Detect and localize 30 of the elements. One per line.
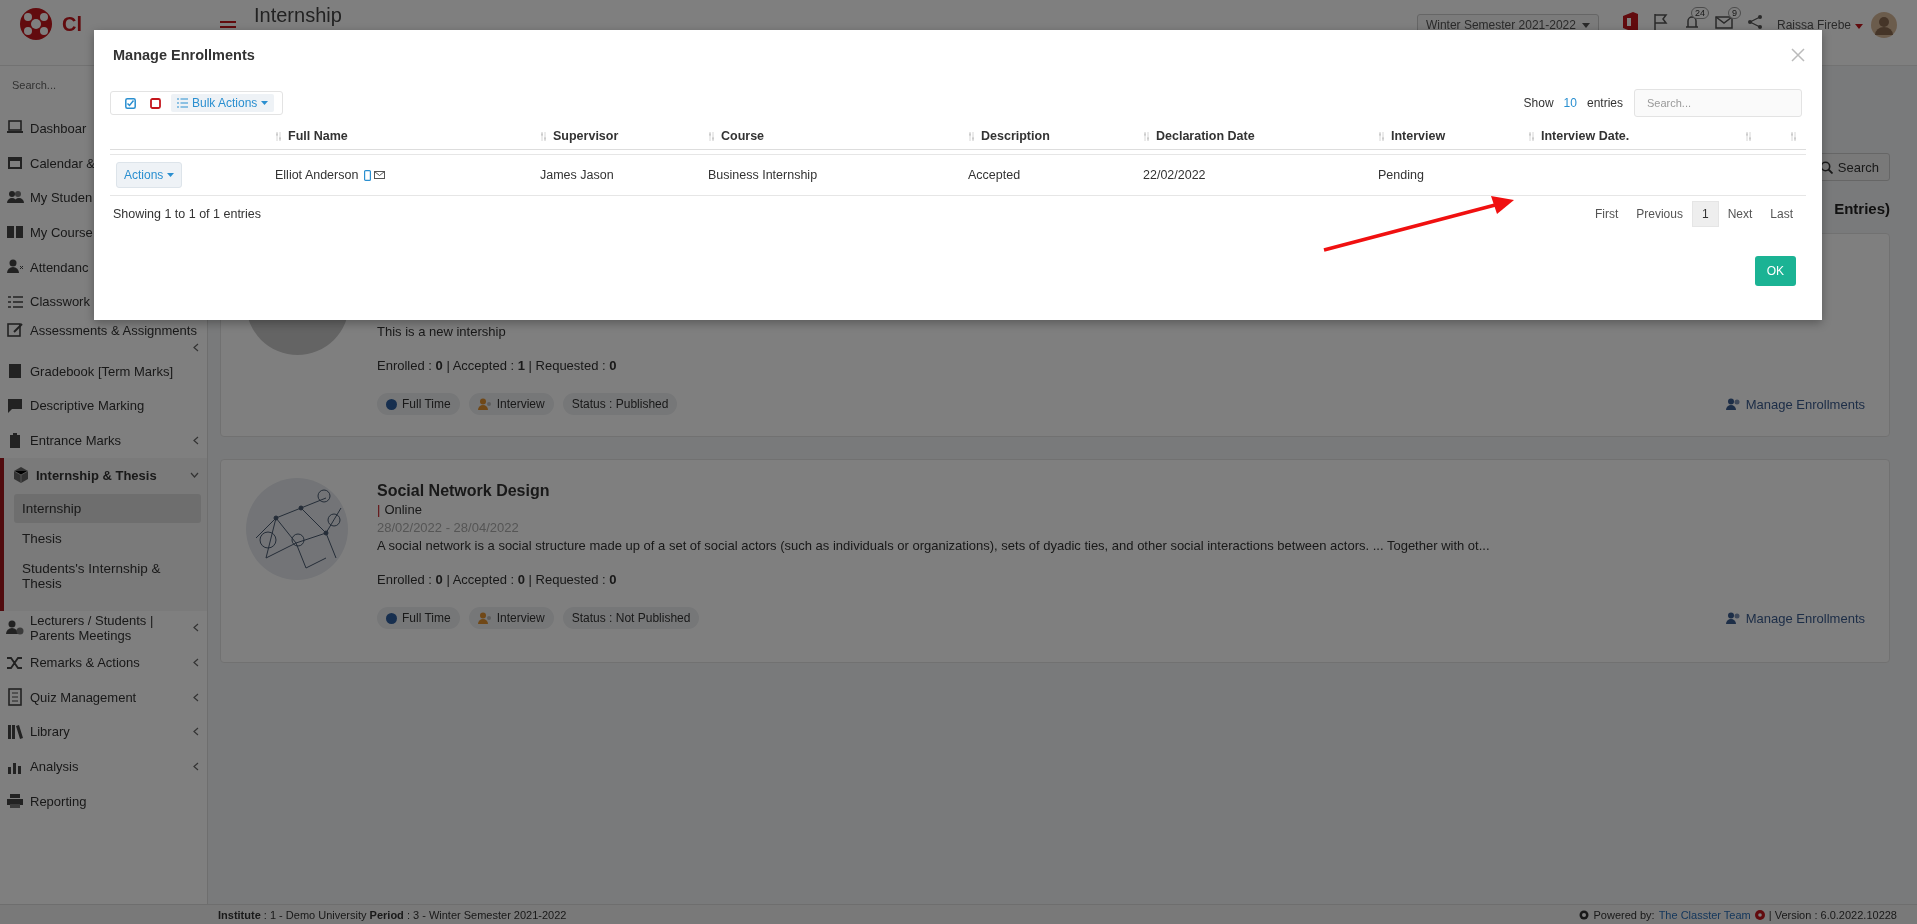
logo-text: Cl <box>62 12 82 36</box>
course-mode: Online <box>384 502 422 517</box>
table-cell: 22/02/2022 <box>1143 168 1206 182</box>
table-info: Showing 1 to 1 of 1 entries <box>112 207 261 221</box>
table-cell: Pending <box>1378 168 1424 182</box>
table-cell: Accepted <box>968 168 1021 182</box>
table-cell: James Jason <box>540 168 614 182</box>
powered-by-label: Powered by: <box>1593 908 1655 921</box>
page-title: Internship <box>254 4 342 27</box>
table-cell: Elliot Anderson <box>275 168 359 182</box>
status-tag: Status : Published <box>562 393 678 415</box>
separator-mark: | <box>377 502 381 517</box>
show-label: Show <box>1523 96 1554 110</box>
course-tag: Interview <box>468 393 554 415</box>
enrollment-stats: Enrolled : 0 | Accepted : 1 | Requested : 0 <box>377 358 618 375</box>
entries-label: entries <box>1586 96 1623 110</box>
results-heading: Entries) <box>1834 200 1890 216</box>
institute-info: Institute : 1 - Demo University Period : 3 - Winter Semester 2021-2022 <box>218 908 567 921</box>
table-cell: Business Internship <box>708 168 818 182</box>
course-tag: Full Time <box>377 393 460 415</box>
course-description: A social network is a social structure made up of a set of social actors (such as individuals or organizations), sets of dyadic ties, and other social interactions between actors. ... Together with ot... <box>377 538 1491 555</box>
version-text: | Version : 6.0.2022.10228 <box>1768 908 1897 921</box>
notification-badge: 24 <box>1690 7 1709 19</box>
enrollment-stats: Enrolled : 0 | Accepted : 0 | Requested : 0 <box>377 572 618 589</box>
course-tag: Full Time <box>377 607 460 629</box>
modal-title: Manage Enrollments <box>113 47 256 63</box>
course-description: This is a new intership <box>377 324 507 341</box>
notification-badge: 9 <box>1727 7 1741 19</box>
status-tag: Status : Not Published <box>562 607 700 629</box>
course-tag: Interview <box>468 607 554 629</box>
